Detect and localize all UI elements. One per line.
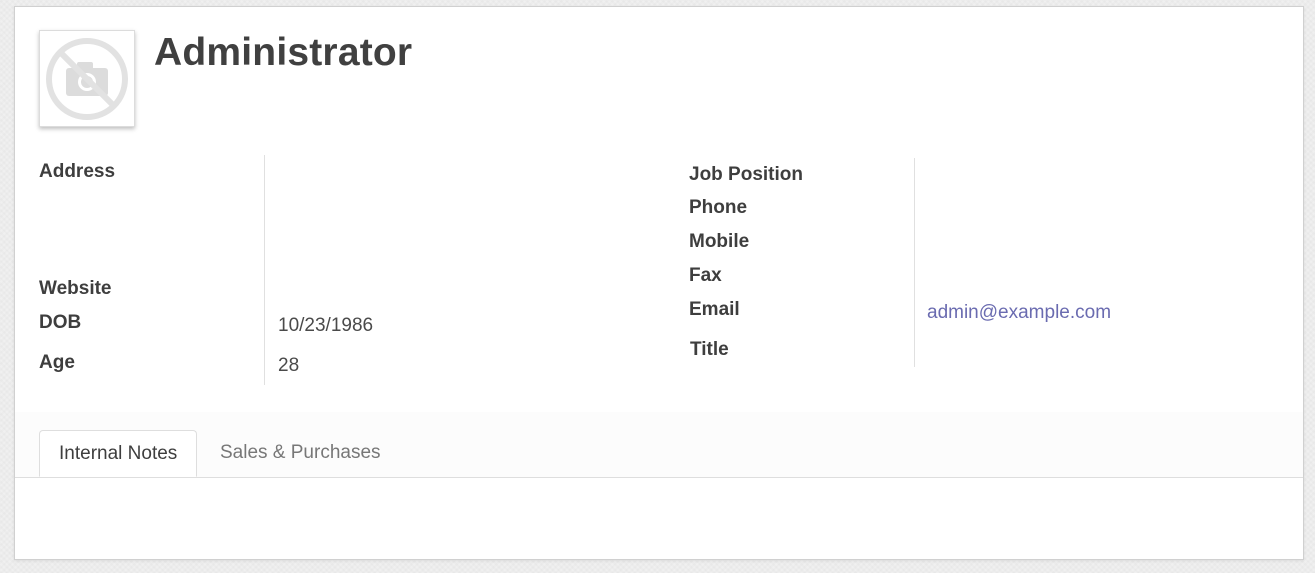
- email-label: Email: [689, 299, 740, 320]
- no-photo-icon: [46, 37, 128, 120]
- title-label: Title: [690, 339, 729, 360]
- tab-sales-purchases[interactable]: Sales & Purchases: [201, 430, 400, 476]
- dob-value[interactable]: 10/23/1986: [278, 315, 373, 337]
- age-label: Age: [39, 352, 75, 373]
- age-value: 28: [278, 355, 300, 376]
- avatar[interactable]: [39, 30, 135, 127]
- email-link[interactable]: admin@example.com: [927, 302, 1111, 323]
- page-title: Administrator: [154, 31, 413, 74]
- fax-label: Fax: [689, 265, 722, 286]
- website-label: Website: [39, 278, 112, 299]
- job-position-label: Job Position: [689, 164, 803, 185]
- right-group-divider: [914, 158, 915, 367]
- address-label: Address: [39, 161, 116, 182]
- left-group-divider: [264, 155, 265, 385]
- tab-internal-notes[interactable]: Internal Notes: [39, 430, 198, 477]
- email-value: admin@example.com: [927, 302, 1111, 324]
- mobile-label: Mobile: [689, 231, 750, 252]
- form-sheet: Administrator Address Website DOB 10/23/…: [14, 6, 1304, 560]
- phone-label: Phone: [689, 197, 748, 218]
- dob-label: DOB: [39, 312, 82, 333]
- notebook-tabs: Internal Notes Sales & Purchases: [15, 412, 1303, 478]
